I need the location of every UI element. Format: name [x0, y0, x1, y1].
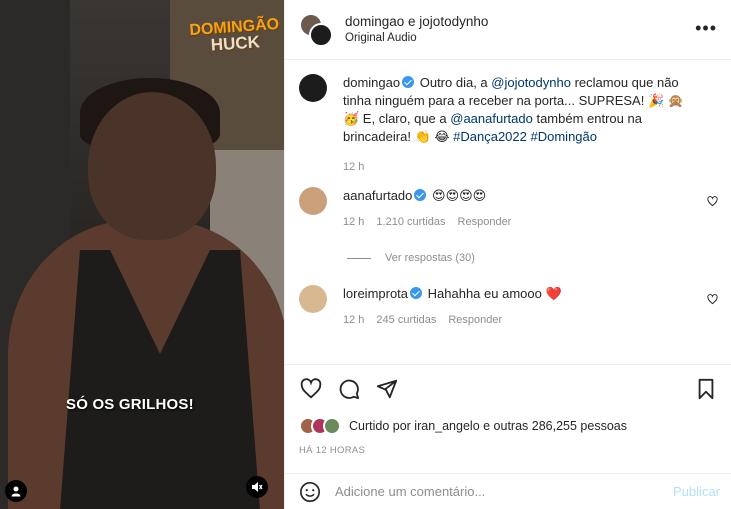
show-logo: DOMINGÃO HUCK [189, 16, 281, 55]
emoji-icon[interactable] [299, 481, 321, 503]
post-actions: Curtido por iran_angelo e outras 286,255… [285, 364, 731, 464]
reply-button[interactable]: Responder [458, 216, 512, 228]
verified-icon [410, 287, 423, 299]
caption-username[interactable]: domingao [343, 75, 400, 90]
comment-like-icon[interactable] [707, 196, 718, 210]
avatar[interactable] [299, 12, 333, 47]
verified-icon [402, 76, 415, 88]
add-comment-bar: Publicar [285, 473, 731, 509]
caption-text: Outro dia, a [416, 75, 492, 90]
user-icon[interactable] [5, 480, 27, 502]
hashtag-link[interactable]: #Dança2022 [453, 129, 527, 144]
comment-username[interactable]: aanafurtado [343, 188, 412, 203]
audio-label[interactable]: Original Audio [345, 30, 488, 47]
post-timestamp[interactable]: HÁ 12 HORAS [299, 445, 365, 456]
mention-link[interactable]: @jojotodynho [491, 75, 571, 90]
comment-likes[interactable]: 245 curtidas [376, 314, 436, 326]
avatar[interactable] [299, 285, 327, 313]
avatar [323, 417, 341, 435]
comment-text: 😍😍😍😍 [428, 188, 487, 203]
send-icon[interactable] [375, 377, 399, 401]
heart-icon[interactable] [299, 377, 323, 401]
caption-time: 12 h [343, 161, 365, 173]
comment-like-icon[interactable] [707, 294, 718, 308]
publish-button[interactable]: Publicar [673, 484, 720, 499]
bookmark-icon[interactable] [694, 377, 718, 401]
comment-text: Hahahha eu amooo ❤️ [424, 286, 562, 301]
post-header: domingao e jojotodynho Original Audio ••… [285, 0, 731, 60]
comment-icon[interactable] [337, 377, 361, 401]
comment-time: 12 h [343, 216, 365, 228]
muted-speaker-icon[interactable] [246, 476, 268, 498]
avatar-domingao[interactable] [309, 22, 333, 47]
more-options-icon[interactable]: ••• [695, 18, 717, 39]
comment-item: aanafurtado 😍😍😍😍 12 h 1.210 curtidas Respo… [299, 187, 719, 231]
post-authors[interactable]: domingao e jojotodynho [345, 13, 488, 30]
likes-summary[interactable]: Curtido por iran_angelo e outras 286,255… [299, 417, 627, 435]
video-person-head [88, 92, 216, 240]
video-caption: SÓ OS GRILHOS! [66, 396, 194, 413]
liked-by-text[interactable]: Curtido por iran_angelo e outras 286,255… [349, 419, 627, 433]
comment-input[interactable] [335, 484, 655, 499]
view-replies-button[interactable]: Ver respostas (30) [347, 252, 475, 264]
mention-link[interactable]: @aanafurtado [450, 111, 533, 126]
post-video[interactable]: DOMINGÃO HUCK SÓ OS GRILHOS! [0, 0, 284, 509]
reply-button[interactable]: Responder [448, 314, 502, 326]
avatar[interactable] [299, 187, 327, 215]
comment-username[interactable]: loreimprota [343, 286, 408, 301]
comments-section[interactable]: domingao Outro dia, a @jojotodynho recla… [285, 61, 731, 364]
hashtag-link[interactable]: #Domingão [531, 129, 598, 144]
post-caption: domingao Outro dia, a @jojotodynho recla… [299, 74, 719, 176]
verified-icon [414, 189, 427, 201]
avatar[interactable] [299, 74, 327, 102]
comment-item: loreimprota Hahahha eu amooo ❤️ 12 h 245 … [299, 285, 719, 329]
comment-likes[interactable]: 1.210 curtidas [376, 216, 445, 228]
post-panel: domingao e jojotodynho Original Audio ••… [284, 0, 731, 509]
comment-time: 12 h [343, 314, 365, 326]
